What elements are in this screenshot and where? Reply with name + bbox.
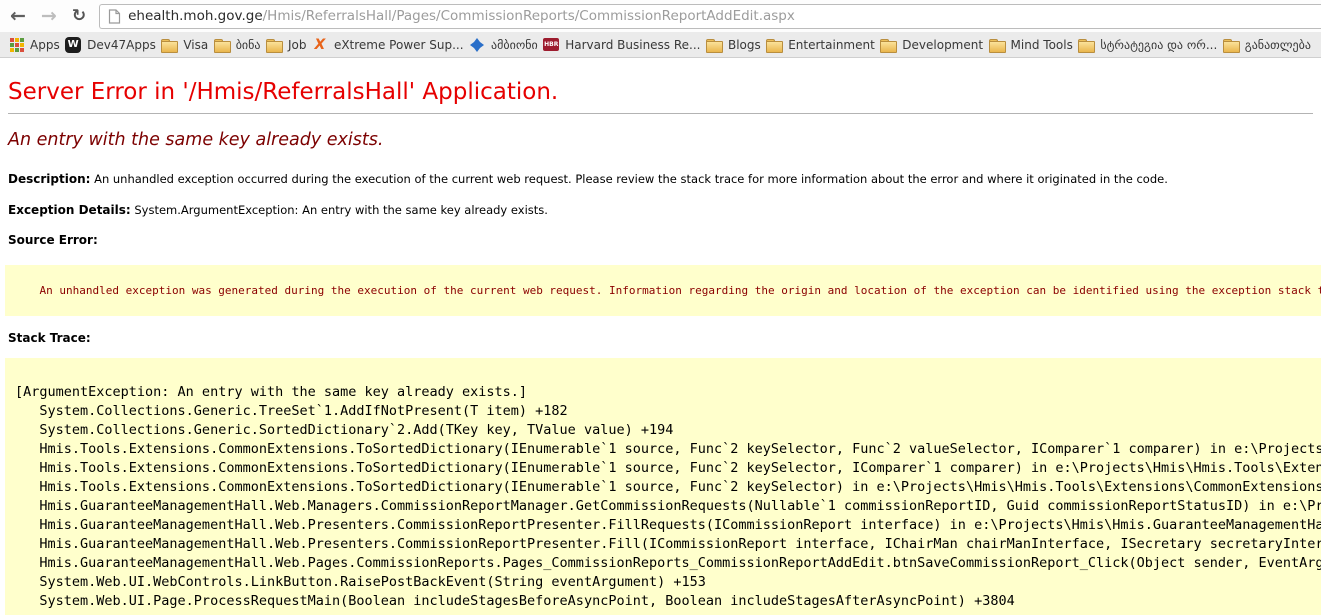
bookmark-item[interactable]: Mind Tools — [989, 37, 1073, 53]
bookmark-item[interactable]: Development — [880, 37, 983, 53]
bookmark-label: ბინა — [236, 38, 261, 52]
source-error-box: An unhandled exception was generated dur… — [5, 265, 1321, 316]
source-error-label: Source Error: — [8, 233, 98, 247]
bookmark-item[interactable]: Apps — [10, 38, 60, 52]
bookmark-label: Entertainment — [788, 38, 875, 52]
bookmark-label: სტრატეგია და ორ... — [1100, 38, 1217, 52]
page-title: Server Error in '/Hmis/ReferralsHall' Ap… — [8, 79, 1313, 105]
folder-icon — [766, 37, 782, 53]
bookmark-item[interactable]: X eXtreme Power Sup... — [312, 37, 464, 53]
refresh-button[interactable]: ↻ — [72, 8, 86, 25]
bookmark-label: Apps — [30, 38, 60, 52]
folder-icon — [214, 37, 230, 53]
error-page: Server Error in '/Hmis/ReferralsHall' Ap… — [0, 79, 1321, 615]
folder-icon — [266, 37, 282, 53]
bookmark-label: Mind Tools — [1011, 38, 1073, 52]
x-orange-icon: X — [312, 37, 328, 53]
exception-details-row: Exception Details: System.ArgumentExcept… — [8, 203, 1313, 219]
bookmark-label: eXtreme Power Sup... — [334, 38, 464, 52]
bookmarks-bar: Apps W Dev47Apps Visa ბინა Job X eXtreme… — [0, 32, 1321, 58]
bookmark-item[interactable]: Visa — [161, 37, 208, 53]
folder-icon — [880, 37, 896, 53]
source-error-text: An unhandled exception was generated dur… — [40, 284, 1321, 297]
bookmark-item[interactable]: ამბიონი — [469, 37, 538, 53]
bookmark-item[interactable]: განათლება — [1223, 37, 1311, 53]
bookmark-label: Dev47Apps — [87, 38, 156, 52]
bookmark-label: განათლება — [1245, 38, 1311, 52]
back-button[interactable]: ← — [10, 7, 26, 26]
url-path: /Hmis/ReferralsHall/Pages/CommissionRepo… — [263, 8, 795, 24]
bookmark-label: Job — [288, 38, 307, 52]
stack-trace-text: [ArgumentException: An entry with the sa… — [5, 358, 1321, 615]
exception-details-text: System.ArgumentException: An entry with … — [134, 203, 548, 217]
blue-cross-icon — [469, 37, 485, 53]
bookmark-label: ამბიონი — [491, 38, 538, 52]
bookmark-label: Blogs — [728, 38, 761, 52]
url-host: ehealth.moh.gov.ge — [128, 8, 263, 24]
bookmark-item[interactable]: სტრატეგია და ორ... — [1078, 37, 1217, 53]
bookmark-item[interactable]: HBR Harvard Business Re... — [543, 38, 700, 52]
folder-icon — [989, 37, 1005, 53]
bookmark-label: Development — [902, 38, 983, 52]
bookmark-label: Visa — [183, 38, 208, 52]
address-bar[interactable]: ehealth.moh.gov.ge/Hmis/ReferralsHall/Pa… — [99, 4, 1321, 29]
folder-icon — [706, 37, 722, 53]
forward-button[interactable]: → — [41, 7, 57, 26]
w-badge-icon: W — [65, 37, 81, 53]
bookmark-label: Harvard Business Re... — [565, 38, 700, 52]
exception-details-label: Exception Details: — [8, 203, 131, 217]
source-error-row: Source Error: — [8, 233, 1313, 249]
error-subtitle: An entry with the same key already exist… — [8, 130, 1313, 150]
bookmark-item[interactable]: Entertainment — [766, 37, 875, 53]
divider — [8, 113, 1313, 114]
folder-icon — [1223, 37, 1239, 53]
stack-trace-label: Stack Trace: — [8, 331, 91, 345]
stack-trace-row: Stack Trace: — [8, 331, 1313, 347]
folder-icon — [161, 37, 177, 53]
bookmark-item[interactable]: ბინა — [214, 37, 261, 53]
apps-grid-icon — [10, 38, 24, 52]
bookmark-item[interactable]: W Dev47Apps — [65, 37, 156, 53]
bookmark-item[interactable]: Job — [266, 37, 307, 53]
folder-icon — [1078, 37, 1094, 53]
description-row: Description: An unhandled exception occu… — [8, 172, 1313, 188]
description-label: Description: — [8, 172, 90, 186]
page-document-icon — [108, 9, 121, 24]
bookmark-item[interactable]: Blogs — [706, 37, 761, 53]
browser-toolbar: ← → ↻ ehealth.moh.gov.ge/Hmis/ReferralsH… — [0, 0, 1321, 32]
hbr-badge-icon: HBR — [543, 38, 559, 51]
description-text: An unhandled exception occurred during t… — [94, 172, 1168, 186]
